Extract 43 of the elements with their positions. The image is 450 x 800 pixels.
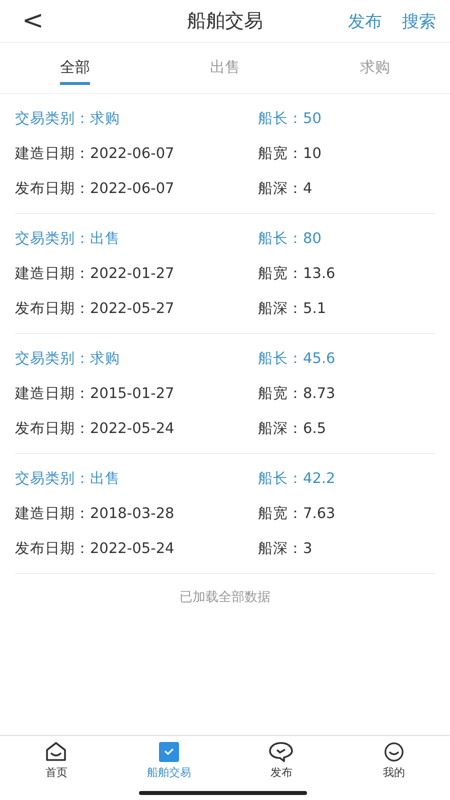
page-title: 船舶交易 <box>187 9 263 34</box>
home-icon <box>45 742 68 762</box>
build-date: 建造日期：2015-01-27 <box>15 385 176 404</box>
ship-depth: 船深：4 <box>258 180 314 199</box>
trade-type: 交易类别：求购 <box>15 110 121 129</box>
header-action[interactable]: 搜索 <box>402 10 436 32</box>
nav-tab[interactable]: 我的 <box>338 736 450 800</box>
home-indicator[interactable] <box>139 791 307 795</box>
publish-date: 发布日期：2022-05-24 <box>15 540 176 559</box>
listing-card[interactable]: 交易类别：求购 船长：45.6 建造日期：2015-01-27 船宽：8.73 发布日期：2022-05-24 船深：6.5 <box>15 334 435 454</box>
ship-depth: 船深：5.1 <box>258 300 328 319</box>
ship-length: 船长：42.2 <box>258 470 336 489</box>
listing-card[interactable]: 交易类别：求购 船长：50 建造日期：2022-06-07 船宽：10 发布日期：2022-06-07 船深：4 <box>15 94 435 214</box>
publish-date: 发布日期：2022-06-07 <box>15 180 176 199</box>
ship-width: 船宽：8.73 <box>258 384 336 404</box>
back-button[interactable]: < <box>14 8 52 34</box>
filter-tab[interactable]: 全部 <box>0 43 150 93</box>
build-date: 建造日期：2022-06-07 <box>15 145 176 164</box>
ship-width: 船宽：7.63 <box>258 504 336 524</box>
trade-type: 交易类别：出售 <box>15 230 121 249</box>
checkbox-icon <box>158 742 179 762</box>
smile-icon <box>382 742 405 762</box>
ship-width: 船宽：13.6 <box>258 264 336 284</box>
ship-length: 船长：45.6 <box>258 350 336 369</box>
ship-length: 船长：50 <box>258 110 322 129</box>
footer-note: 已加载全部数据 <box>178 589 272 607</box>
header-action[interactable]: 发布 <box>348 10 382 32</box>
publish-date: 发布日期：2022-05-24 <box>15 420 176 439</box>
trade-type: 交易类别：出售 <box>15 470 121 489</box>
ship-depth: 船深：6.5 <box>258 420 328 439</box>
listing-card[interactable]: 交易类别：出售 船长：42.2 建造日期：2018-03-28 船宽：7.63 发布日期：2022-05-24 船深：3 <box>15 454 435 574</box>
listing-card[interactable]: 交易类别：出售 船长：80 建造日期：2022-01-27 船宽：13.6 发布日期：2022-05-27 船深：5.1 <box>15 214 435 334</box>
chat-bubble-icon <box>269 742 294 762</box>
nav-tab[interactable]: 首页 <box>0 736 112 800</box>
ship-length: 船长：80 <box>258 230 322 249</box>
ship-width: 船宽：10 <box>258 144 322 164</box>
build-date: 建造日期：2022-01-27 <box>15 265 176 284</box>
trade-type: 交易类别：求购 <box>15 350 121 369</box>
publish-date: 发布日期：2022-05-27 <box>15 300 176 319</box>
ship-depth: 船深：3 <box>258 540 314 559</box>
nav-tab[interactable]: 发布 <box>225 736 338 800</box>
build-date: 建造日期：2018-03-28 <box>15 505 176 524</box>
nav-tab[interactable]: 船舶交易 <box>112 736 225 800</box>
